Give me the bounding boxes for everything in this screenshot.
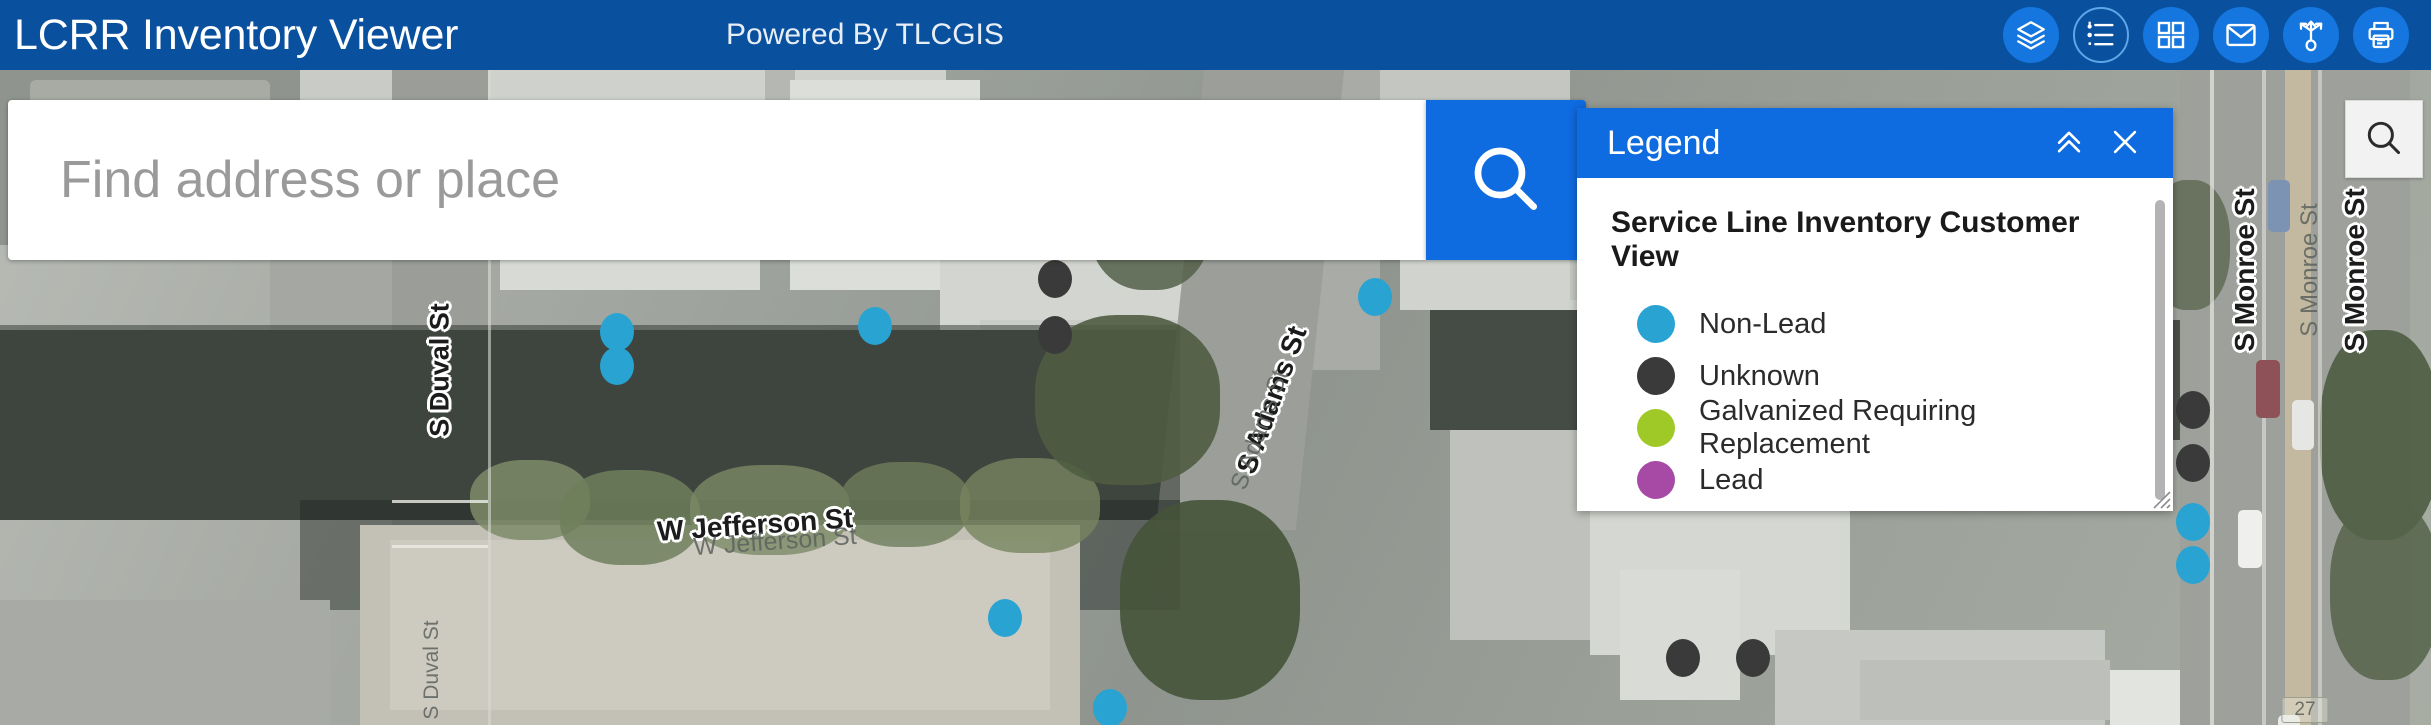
- legend-item-label: Lead: [1699, 463, 1764, 496]
- search-icon: [2363, 117, 2405, 162]
- chevron-double-up-icon: [2052, 125, 2086, 162]
- legend-icon: [2084, 18, 2118, 52]
- map-search-button[interactable]: [2345, 100, 2423, 178]
- powered-by-label: Powered By TLCGIS: [726, 18, 1004, 51]
- search-icon: [1466, 139, 1546, 222]
- legend-item: Lead: [1611, 454, 2139, 506]
- legend-swatch: [1637, 409, 1675, 447]
- service-line-marker[interactable]: [1736, 639, 1770, 677]
- print-button[interactable]: [2353, 7, 2409, 63]
- legend-swatch: [1637, 461, 1675, 499]
- legend-panel-body: Service Line Inventory Customer View Non…: [1577, 178, 2173, 511]
- email-icon: [2224, 18, 2258, 52]
- service-line-marker[interactable]: [988, 599, 1022, 637]
- legend-swatch: [1637, 357, 1675, 395]
- legend-collapse-button[interactable]: [2041, 115, 2097, 171]
- legend-scrollbar[interactable]: [2155, 200, 2165, 500]
- legend-item-label: Galvanized Requiring Replacement: [1699, 395, 1977, 460]
- service-line-marker[interactable]: [858, 307, 892, 345]
- legend-panel-header: Legend: [1577, 108, 2173, 178]
- basemap-gallery-button[interactable]: [2143, 7, 2199, 63]
- service-line-marker[interactable]: [2176, 391, 2210, 429]
- legend-item: Galvanized Requiring Replacement: [1611, 395, 2139, 460]
- print-icon: [2365, 19, 2397, 51]
- service-line-marker[interactable]: [2176, 546, 2210, 584]
- app-header: LCRR Inventory Viewer Powered By TLCGIS: [0, 0, 2431, 70]
- close-icon: [2108, 125, 2142, 162]
- legend-resize-handle[interactable]: [2145, 483, 2171, 509]
- share-button[interactable]: [2283, 7, 2339, 63]
- legend-panel: Legend Service Line Inventory Customer V…: [1577, 108, 2173, 511]
- legend-button[interactable]: [2073, 7, 2129, 63]
- app-root: S Duval St S Duval St W Jefferson St W Jeff…: [0, 0, 2431, 725]
- basemap-gallery-icon: [2155, 19, 2187, 51]
- service-line-marker[interactable]: [2176, 444, 2210, 482]
- share-icon: [2294, 18, 2328, 52]
- legend-item: Non-Lead: [1611, 298, 2139, 350]
- service-line-marker[interactable]: [600, 313, 634, 351]
- service-line-marker[interactable]: [2176, 503, 2210, 541]
- search-input[interactable]: [8, 100, 1426, 260]
- legend-item-label: Unknown: [1699, 359, 1820, 392]
- legend-items-list: Non-Lead Unknown Galvanized Requiring Repl…: [1611, 298, 2139, 506]
- legend-panel-title: Legend: [1607, 124, 1721, 162]
- layer-list-icon: [2014, 18, 2048, 52]
- layer-list-button[interactable]: [2003, 7, 2059, 63]
- legend-swatch: [1637, 305, 1675, 343]
- page-title: LCRR Inventory Viewer: [14, 11, 459, 59]
- service-line-marker[interactable]: [1093, 689, 1127, 725]
- legend-close-button[interactable]: [2097, 115, 2153, 171]
- service-line-marker[interactable]: [1038, 260, 1072, 298]
- legend-layer-title: Service Line Inventory Customer View: [1611, 206, 2080, 273]
- legend-item-label: Non-Lead: [1699, 307, 1827, 340]
- service-line-marker[interactable]: [1666, 639, 1700, 677]
- header-toolbar: [2003, 0, 2409, 70]
- search-submit-button[interactable]: [1426, 100, 1586, 260]
- email-button[interactable]: [2213, 7, 2269, 63]
- service-line-marker[interactable]: [1038, 316, 1072, 354]
- service-line-marker[interactable]: [600, 347, 634, 385]
- service-line-marker[interactable]: [1358, 278, 1392, 316]
- search-widget: [8, 100, 1586, 260]
